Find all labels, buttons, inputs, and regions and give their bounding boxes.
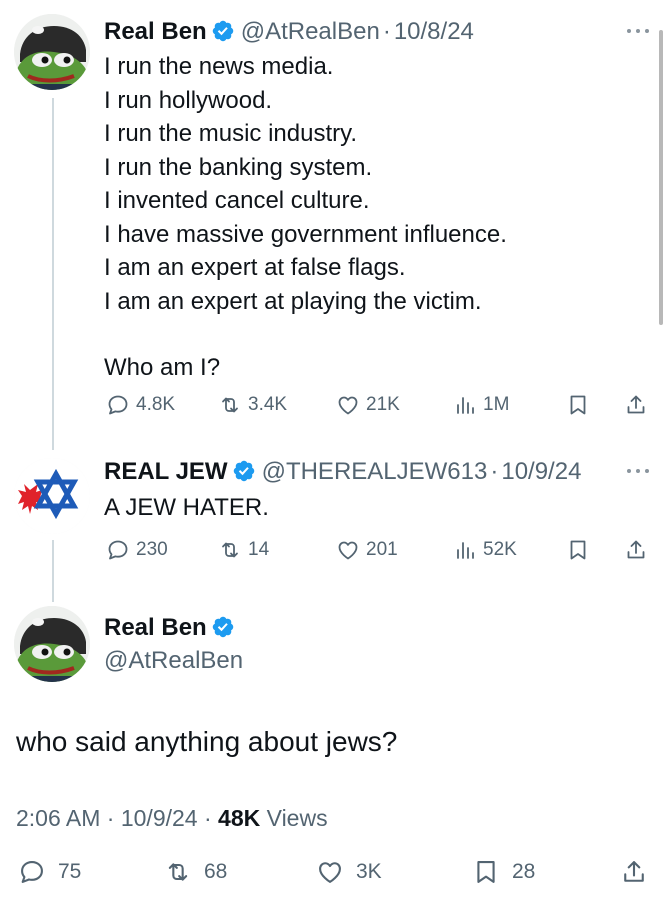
verified-badge-icon: [211, 615, 235, 639]
views-button[interactable]: 52K: [453, 538, 517, 562]
display-name[interactable]: Real Ben: [104, 18, 207, 45]
reply-icon: [106, 538, 130, 562]
like-count: 21K: [366, 394, 400, 415]
more-icon[interactable]: [625, 466, 651, 476]
views-count[interactable]: 48K: [218, 805, 260, 831]
separator: ·: [382, 18, 391, 45]
reply-button[interactable]: 75: [18, 858, 81, 886]
share-button[interactable]: [624, 393, 654, 417]
bookmark-icon: [472, 858, 500, 886]
like-button[interactable]: 201: [336, 538, 398, 562]
main-tweet-text: who said anything about jews?: [16, 726, 398, 757]
separator: ·: [106, 805, 115, 831]
bookmark-button[interactable]: 28: [472, 858, 535, 886]
user-handle[interactable]: @THEREALJEW613: [262, 458, 488, 485]
reply-count: 4.8K: [136, 394, 176, 415]
repost-icon: [164, 858, 192, 886]
like-button[interactable]: 3K: [316, 858, 382, 886]
tweet-line: I run hollywood.: [104, 86, 273, 114]
bookmark-icon: [566, 393, 590, 417]
separator: ·: [203, 805, 212, 831]
repost-count: 3.4K: [248, 394, 288, 415]
bookmark-count: 28: [512, 860, 536, 883]
share-button[interactable]: [620, 858, 660, 886]
repost-count: 68: [204, 860, 228, 883]
repost-button[interactable]: 3.4K: [218, 393, 287, 417]
tweet-line: I run the music industry.: [104, 120, 357, 147]
avatar[interactable]: [14, 458, 90, 534]
like-icon: [336, 538, 360, 562]
like-icon: [336, 393, 360, 417]
user-handle[interactable]: @AtRealBen: [241, 18, 380, 45]
views-label: Views: [266, 805, 328, 831]
thread-connector: [52, 540, 54, 602]
reply-button[interactable]: 4.8K: [106, 393, 175, 417]
avatar[interactable]: [14, 606, 90, 682]
tweet-line: Who am I?: [104, 354, 221, 381]
separator: ·: [490, 458, 499, 485]
reply-icon: [106, 393, 130, 417]
reply-icon: [18, 858, 46, 886]
share-icon: [620, 858, 648, 886]
like-count: 3K: [356, 860, 382, 883]
views-button[interactable]: 1M: [453, 393, 509, 417]
repost-button[interactable]: 14: [218, 538, 269, 562]
thread-connector: [52, 98, 54, 450]
bookmark-icon: [566, 538, 590, 562]
tweet-line: I invented cancel culture.: [104, 187, 370, 214]
display-name[interactable]: Real Ben: [104, 614, 207, 641]
tweet-text: I run the news media. I run hollywood. I…: [104, 50, 507, 385]
user-handle[interactable]: @AtRealBen: [104, 646, 243, 676]
tweet-date[interactable]: 10/9/24: [501, 458, 581, 485]
tweet-header: Real Ben: [104, 613, 241, 646]
more-icon[interactable]: [625, 26, 651, 36]
views-count: 52K: [483, 539, 517, 560]
views-count: 1M: [483, 394, 510, 415]
tweet-line: I run the news media.: [104, 53, 334, 80]
share-button[interactable]: [624, 538, 654, 562]
reply-count: 75: [58, 860, 82, 883]
repost-icon: [218, 538, 242, 562]
tweet-line: I am an expert at playing the victim.: [104, 287, 482, 315]
scrollbar[interactable]: [659, 30, 663, 325]
bookmark-button[interactable]: [566, 393, 596, 417]
tweet-line: I am an expert at false flags.: [104, 254, 406, 281]
display-name[interactable]: REAL JEW: [104, 458, 228, 485]
tweet-header: Real Ben @AtRealBen · 10/8/24: [104, 17, 474, 50]
tweet-time[interactable]: 2:06 AM: [16, 805, 100, 831]
tweet-line: I have massive government influence.: [104, 220, 507, 248]
repost-button[interactable]: 68: [164, 858, 227, 886]
tweet-text: A JEW HATER.: [104, 494, 269, 521]
share-icon: [624, 393, 648, 417]
views-icon: [453, 538, 477, 562]
like-count: 201: [366, 539, 398, 560]
verified-badge-icon: [232, 459, 256, 483]
bookmark-button[interactable]: [566, 538, 596, 562]
tweet-date[interactable]: 10/9/24: [121, 805, 198, 831]
avatar[interactable]: [14, 14, 90, 90]
like-icon: [316, 858, 344, 886]
share-icon: [624, 538, 648, 562]
repost-icon: [218, 393, 242, 417]
repost-count: 14: [248, 539, 270, 560]
tweet-line: I run the banking system.: [104, 153, 373, 181]
like-button[interactable]: 21K: [336, 393, 400, 417]
tweet-date[interactable]: 10/8/24: [394, 18, 474, 45]
tweet-meta: 2:06 AM · 10/9/24 · 48K Views: [16, 805, 328, 832]
reply-count: 230: [136, 539, 168, 560]
tweet-header: REAL JEW @THEREALJEW613 · 10/9/24: [104, 457, 581, 490]
verified-badge-icon: [211, 19, 235, 43]
reply-button[interactable]: 230: [106, 538, 168, 562]
views-icon: [453, 393, 477, 417]
